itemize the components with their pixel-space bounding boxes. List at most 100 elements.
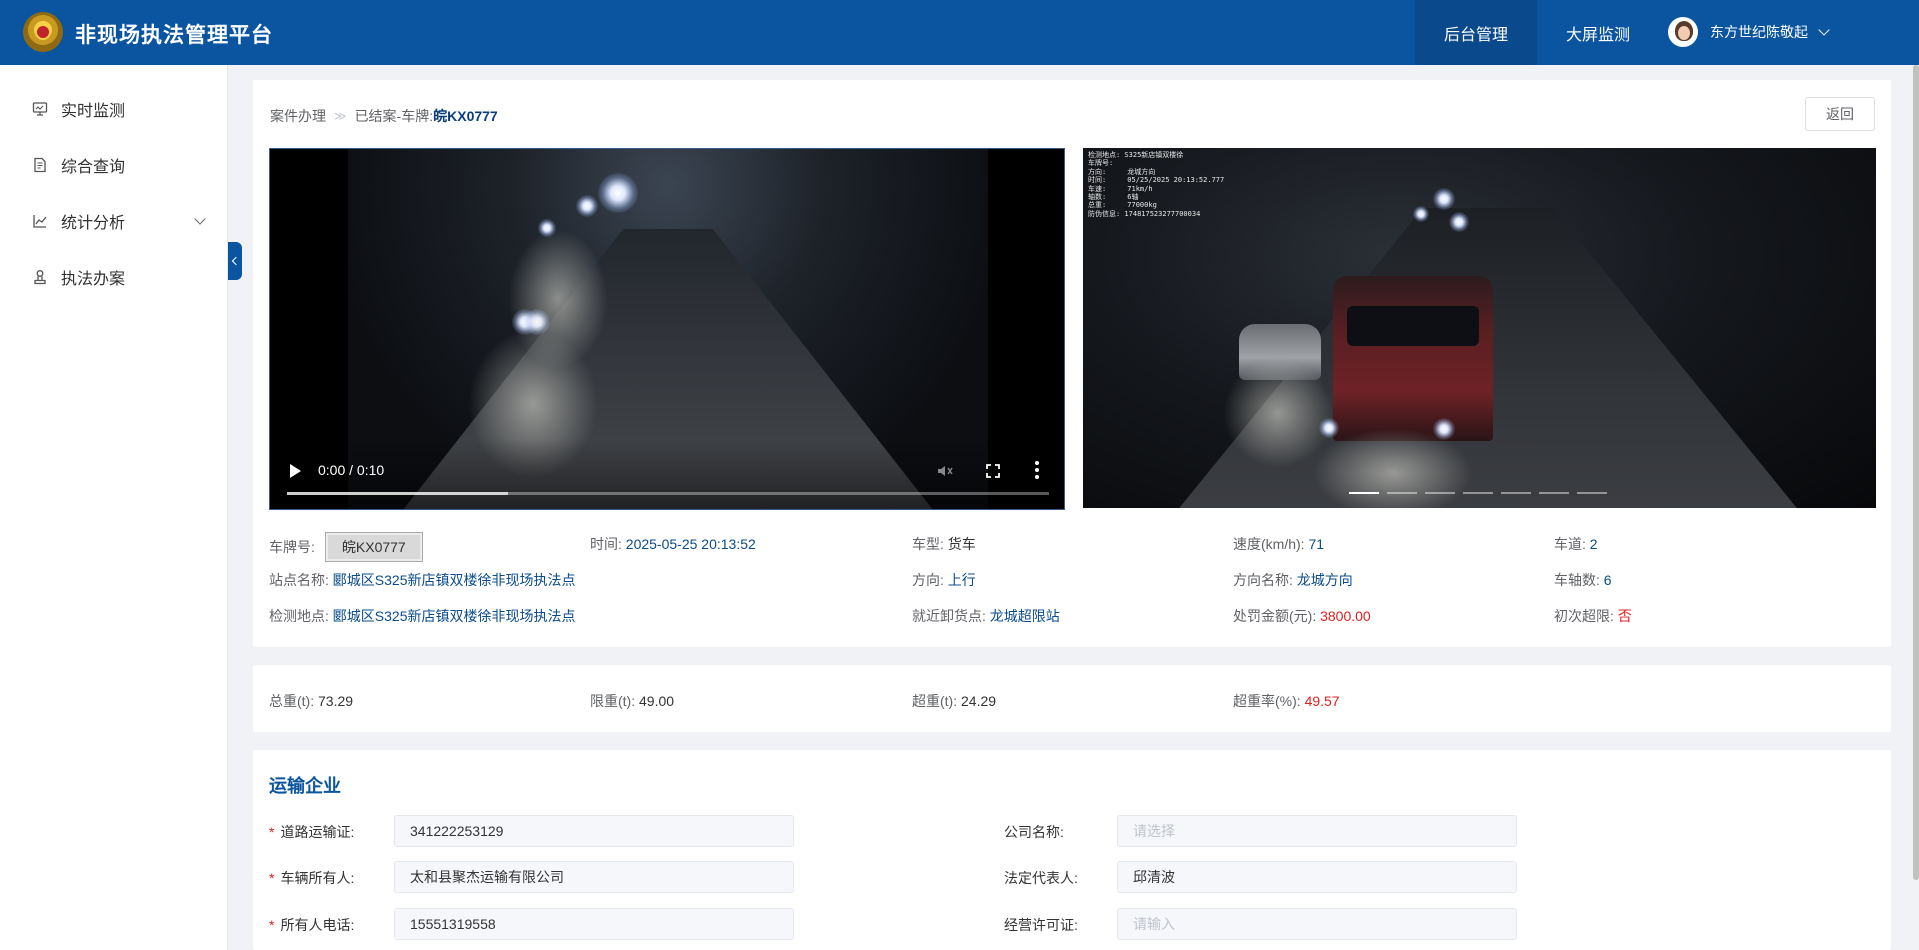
info-axles: 车轴数: 6: [1554, 570, 1612, 590]
app-title: 非现场执法管理平台: [75, 24, 273, 47]
line-chart-icon: [32, 213, 48, 229]
info-label: 初次超限:: [1554, 608, 1614, 624]
info-value: 6: [1603, 572, 1612, 588]
info-label: 超重率(%):: [1233, 693, 1301, 709]
sidebar: 实时监测 综合查询 统计分析 执法办案: [0, 65, 228, 950]
carousel-dot[interactable]: [1463, 492, 1493, 494]
info-value: 2025-05-25 20:13:52: [625, 536, 756, 552]
info-station: 站点名称: 郾城区S325新店镇双楼徐非现场执法点: [269, 570, 575, 590]
top-header: 非现场执法管理平台 后台管理 大屏监测 东方世纪陈敬起: [0, 0, 1919, 65]
carousel-indicators: [1349, 492, 1615, 494]
info-direction: 方向: 上行: [912, 570, 976, 590]
info-label: 时间:: [590, 536, 622, 552]
breadcrumb-root[interactable]: 案件办理: [270, 106, 326, 126]
info-label: 方向:: [912, 572, 944, 588]
info-vehicle-type: 车型: 货车: [912, 534, 976, 554]
info-fine: 处罚金额(元): 3800.00: [1233, 606, 1371, 626]
info-label: 检测地点:: [269, 608, 329, 624]
info-value: 49.00: [639, 693, 675, 709]
monitor-icon: [32, 101, 48, 117]
info-value: 73.29: [318, 693, 354, 709]
police-emblem-logo: [23, 12, 63, 52]
info-time: 时间: 2025-05-25 20:13:52: [590, 534, 756, 554]
carousel-dot[interactable]: [1349, 492, 1379, 494]
business-license-input[interactable]: [1117, 908, 1517, 940]
weight-total: 总重(t): 73.29: [269, 691, 353, 711]
info-detect-location: 检测地点: 郾城区S325新店镇双楼徐非现场执法点: [269, 606, 575, 626]
info-value: 71: [1308, 536, 1325, 552]
video-player[interactable]: 0:00 / 0:10: [269, 148, 1065, 510]
document-search-icon: [32, 157, 48, 173]
info-value: 郾城区S325新店镇双楼徐非现场执法点: [332, 608, 576, 624]
chevron-down-icon: [194, 213, 206, 225]
legal-representative-label: 法定代表人:: [1004, 870, 1078, 886]
carousel-dot[interactable]: [1539, 492, 1569, 494]
company-name-select[interactable]: [1117, 815, 1517, 847]
nav-big-screen-monitor[interactable]: 大屏监测: [1537, 0, 1659, 65]
sidebar-item-statistics[interactable]: 统计分析: [32, 209, 212, 233]
vehicle-owner-input[interactable]: [394, 861, 794, 893]
page-scrollbar[interactable]: [1913, 65, 1919, 880]
breadcrumb-separator-icon: ≫: [334, 109, 347, 123]
info-label: 速度(km/h):: [1233, 536, 1305, 552]
sidebar-item-realtime-monitor[interactable]: 实时监测: [32, 97, 212, 121]
vehicle-owner-label: * 车辆所有人:: [269, 870, 355, 886]
info-label: 限重(t):: [590, 693, 636, 709]
owner-phone-label: * 所有人电话:: [269, 917, 355, 933]
user-name: 东方世纪陈敬起: [1710, 24, 1808, 40]
carousel-dot[interactable]: [1577, 492, 1607, 494]
more-options-icon[interactable]: [1035, 461, 1039, 479]
road-permit-input[interactable]: [394, 815, 794, 847]
sidebar-item-label: 实时监测: [61, 103, 126, 120]
video-buffer-fill: [287, 492, 508, 495]
sidebar-item-law-enforcement-case[interactable]: 执法办案: [32, 265, 212, 289]
volume-icon[interactable]: [936, 462, 954, 480]
sidebar-item-label: 综合查询: [61, 159, 126, 176]
info-value: 否: [1617, 608, 1632, 624]
weight-over-rate: 超重率(%): 49.57: [1233, 691, 1340, 711]
company-name-label: 公司名称:: [1004, 824, 1064, 840]
video-progress-bar[interactable]: [287, 492, 1049, 495]
carousel-dot[interactable]: [1387, 492, 1417, 494]
avatar: [1668, 17, 1698, 47]
info-label: 方向名称:: [1233, 572, 1293, 588]
play-icon[interactable]: [290, 464, 301, 478]
info-value: 货车: [947, 536, 976, 552]
photo-overlay-text: 检测地点: S325新店镇双楼徐 车牌号: 方向: 龙城方向 时间: 05/25…: [1088, 151, 1225, 218]
info-value: 2: [1589, 536, 1598, 552]
back-button[interactable]: 返回: [1805, 97, 1875, 131]
capture-photo-carousel: 检测地点: S325新店镇双楼徐 车牌号: 方向: 龙城方向 时间: 05/25…: [1083, 148, 1876, 508]
road-permit-label: * 道路运输证:: [269, 824, 355, 840]
info-value: 龙城方向: [1296, 572, 1353, 588]
info-value: 龙城超限站: [989, 608, 1060, 624]
info-label: 车型:: [912, 536, 944, 552]
info-value: 上行: [947, 572, 976, 588]
chevron-down-icon: [1818, 24, 1830, 36]
info-lane: 车道: 2: [1554, 534, 1598, 554]
sidebar-item-comprehensive-query[interactable]: 综合查询: [32, 153, 212, 177]
info-direction-name: 方向名称: 龙城方向: [1233, 570, 1353, 590]
info-label: 车轴数:: [1554, 572, 1600, 588]
carousel-dot[interactable]: [1425, 492, 1455, 494]
breadcrumb-plate: 皖KX0777: [433, 108, 498, 124]
nav-backend-management[interactable]: 后台管理: [1415, 0, 1538, 65]
info-label: 处罚金额(元):: [1233, 608, 1317, 624]
weight-over: 超重(t): 24.29: [912, 691, 996, 711]
sidebar-collapse-button[interactable]: [228, 242, 242, 280]
legal-representative-input[interactable]: [1117, 861, 1517, 893]
info-label: 车牌号:: [269, 539, 315, 555]
info-label: 就近卸货点:: [912, 608, 986, 624]
section-title: 运输企业: [269, 776, 341, 796]
fullscreen-icon[interactable]: [986, 464, 1000, 478]
plate-badge: 皖KX0777: [324, 532, 423, 562]
sidebar-item-label: 统计分析: [61, 215, 126, 232]
user-menu[interactable]: 东方世纪陈敬起: [1668, 16, 1830, 48]
sidebar-item-label: 执法办案: [61, 271, 126, 288]
weight-limit: 限重(t): 49.00: [590, 691, 674, 711]
carousel-dot[interactable]: [1501, 492, 1531, 494]
breadcrumb-current: 已结案-车牌:: [354, 108, 434, 124]
business-license-label: 经营许可证:: [1004, 917, 1078, 933]
owner-phone-input[interactable]: [394, 908, 794, 940]
info-unload-point: 就近卸货点: 龙城超限站: [912, 606, 1060, 626]
info-value: 24.29: [961, 693, 997, 709]
